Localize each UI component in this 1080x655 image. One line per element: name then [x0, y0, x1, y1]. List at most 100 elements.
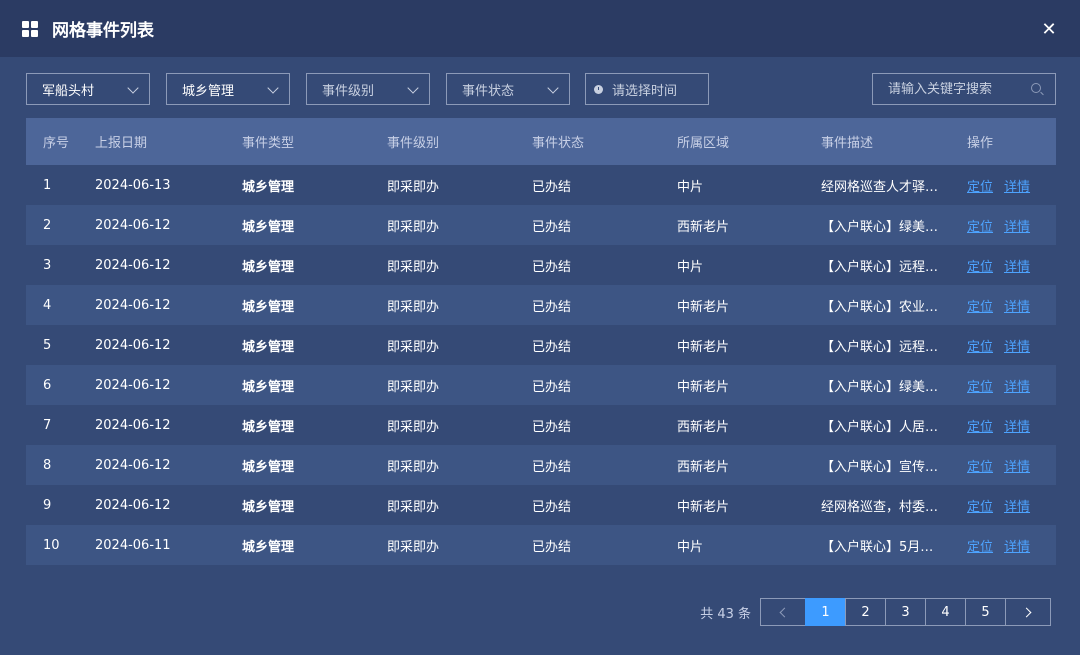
- detail-link[interactable]: 详情: [1004, 536, 1030, 555]
- header-area: 所属区域: [677, 136, 730, 151]
- dialog-title: 网格事件列表: [52, 21, 154, 41]
- row-level: 即采即办: [387, 339, 440, 355]
- locate-link[interactable]: 定位: [967, 296, 993, 315]
- row-actions: 定位 详情: [967, 296, 1056, 315]
- row-area: 中片: [677, 179, 704, 195]
- detail-link[interactable]: 详情: [1004, 216, 1030, 235]
- village-select-value: 军船头村: [42, 83, 95, 99]
- locate-link[interactable]: 定位: [967, 496, 993, 515]
- prev-page-button[interactable]: [760, 598, 806, 626]
- row-no: 9: [43, 497, 52, 513]
- table-row: 2 2024-06-12 城乡管理 即采即办 已办结 西新老片 【入户联心】绿美… 定位 详情: [26, 205, 1056, 245]
- row-level: 即采即办: [387, 379, 440, 395]
- table-row: 1 2024-06-13 城乡管理 即采即办 已办结 中片 经网格巡查人才驿… 定位 详情: [26, 165, 1056, 205]
- detail-link[interactable]: 详情: [1004, 456, 1030, 475]
- locate-link[interactable]: 定位: [967, 176, 993, 195]
- row-area: 中新老片: [677, 339, 730, 355]
- locate-link[interactable]: 定位: [967, 536, 993, 555]
- row-level: 即采即办: [387, 259, 440, 275]
- page-button-5[interactable]: 5: [965, 598, 1006, 626]
- filter-bar: 军船头村 城乡管理 事件级别 事件状态 请选择时间: [26, 73, 1056, 105]
- detail-link[interactable]: 详情: [1004, 376, 1030, 395]
- row-level: 即采即办: [387, 499, 440, 515]
- detail-link[interactable]: 详情: [1004, 336, 1030, 355]
- event-type-select-value: 城乡管理: [182, 83, 235, 99]
- total-count: 共 43 条: [700, 606, 751, 622]
- next-page-button[interactable]: [1005, 598, 1051, 626]
- locate-link[interactable]: 定位: [967, 456, 993, 475]
- detail-link[interactable]: 详情: [1004, 256, 1030, 275]
- row-type: 城乡管理: [242, 339, 295, 355]
- row-actions: 定位 详情: [967, 496, 1056, 515]
- row-area: 中片: [677, 539, 704, 555]
- header-actions: 操作: [967, 136, 994, 151]
- page-button-2[interactable]: 2: [845, 598, 886, 626]
- close-icon[interactable]: ✕: [1038, 18, 1060, 40]
- row-date: 2024-06-12: [95, 417, 171, 433]
- search-input[interactable]: [888, 81, 1028, 97]
- table-row: 10 2024-06-11 城乡管理 即采即办 已办结 中片 【入户联心】5月… 定位 详情: [26, 525, 1056, 565]
- row-desc: 【入户联心】远程…: [821, 259, 939, 275]
- row-status: 已办结: [532, 499, 572, 515]
- table-header: 序号 上报日期 事件类型 事件级别 事件状态 所属区域 事件描述 操作: [26, 118, 1056, 165]
- header-no: 序号: [43, 136, 70, 151]
- page-button-3[interactable]: 3: [885, 598, 926, 626]
- row-no: 10: [43, 537, 60, 553]
- page-button-1[interactable]: 1: [805, 598, 846, 626]
- detail-link[interactable]: 详情: [1004, 296, 1030, 315]
- row-type: 城乡管理: [242, 219, 295, 235]
- row-actions: 定位 详情: [967, 456, 1056, 475]
- chevron-right-icon: [1021, 607, 1032, 617]
- row-status: 已办结: [532, 539, 572, 555]
- row-desc: 【入户联心】宣传…: [821, 459, 939, 475]
- row-no: 6: [43, 377, 52, 393]
- row-area: 西新老片: [677, 419, 730, 435]
- row-date: 2024-06-12: [95, 377, 171, 393]
- row-area: 西新老片: [677, 219, 730, 235]
- village-select[interactable]: 军船头村: [26, 73, 150, 105]
- row-date: 2024-06-12: [95, 457, 171, 473]
- event-status-select[interactable]: 事件状态: [446, 73, 570, 105]
- row-type: 城乡管理: [242, 499, 295, 515]
- row-type: 城乡管理: [242, 539, 295, 555]
- row-date: 2024-06-12: [95, 217, 171, 233]
- row-area: 中新老片: [677, 499, 730, 515]
- detail-link[interactable]: 详情: [1004, 176, 1030, 195]
- row-date: 2024-06-12: [95, 297, 171, 313]
- row-date: 2024-06-12: [95, 497, 171, 513]
- event-table: 序号 上报日期 事件类型 事件级别 事件状态 所属区域 事件描述 操作 1 202…: [26, 118, 1056, 565]
- locate-link[interactable]: 定位: [967, 376, 993, 395]
- table-row: 8 2024-06-12 城乡管理 即采即办 已办结 西新老片 【入户联心】宣传… 定位 详情: [26, 445, 1056, 485]
- row-type: 城乡管理: [242, 179, 295, 195]
- detail-link[interactable]: 详情: [1004, 416, 1030, 435]
- row-area: 中片: [677, 259, 704, 275]
- locate-link[interactable]: 定位: [967, 336, 993, 355]
- row-area: 中新老片: [677, 379, 730, 395]
- row-no: 5: [43, 337, 52, 353]
- row-actions: 定位 详情: [967, 416, 1056, 435]
- row-level: 即采即办: [387, 419, 440, 435]
- event-level-select[interactable]: 事件级别: [306, 73, 430, 105]
- search-icon[interactable]: [1031, 83, 1041, 93]
- table-row: 3 2024-06-12 城乡管理 即采即办 已办结 中片 【入户联心】远程… 定位 详情: [26, 245, 1056, 285]
- row-no: 8: [43, 457, 52, 473]
- table-row: 7 2024-06-12 城乡管理 即采即办 已办结 西新老片 【入户联心】人居… 定位 详情: [26, 405, 1056, 445]
- row-no: 7: [43, 417, 52, 433]
- locate-link[interactable]: 定位: [967, 256, 993, 275]
- row-level: 即采即办: [387, 299, 440, 315]
- search-box[interactable]: [872, 73, 1056, 105]
- page-button-4[interactable]: 4: [925, 598, 966, 626]
- event-level-placeholder: 事件级别: [322, 83, 375, 99]
- row-type: 城乡管理: [242, 419, 295, 435]
- event-type-select[interactable]: 城乡管理: [166, 73, 290, 105]
- locate-link[interactable]: 定位: [967, 216, 993, 235]
- grid-icon: [22, 20, 38, 37]
- date-picker[interactable]: 请选择时间: [585, 73, 709, 105]
- row-area: 中新老片: [677, 299, 730, 315]
- row-no: 1: [43, 177, 52, 193]
- row-actions: 定位 详情: [967, 376, 1056, 395]
- detail-link[interactable]: 详情: [1004, 496, 1030, 515]
- locate-link[interactable]: 定位: [967, 416, 993, 435]
- row-desc: 【入户联心】5月…: [821, 539, 934, 555]
- table-row: 5 2024-06-12 城乡管理 即采即办 已办结 中新老片 【入户联心】远程… 定位 详情: [26, 325, 1056, 365]
